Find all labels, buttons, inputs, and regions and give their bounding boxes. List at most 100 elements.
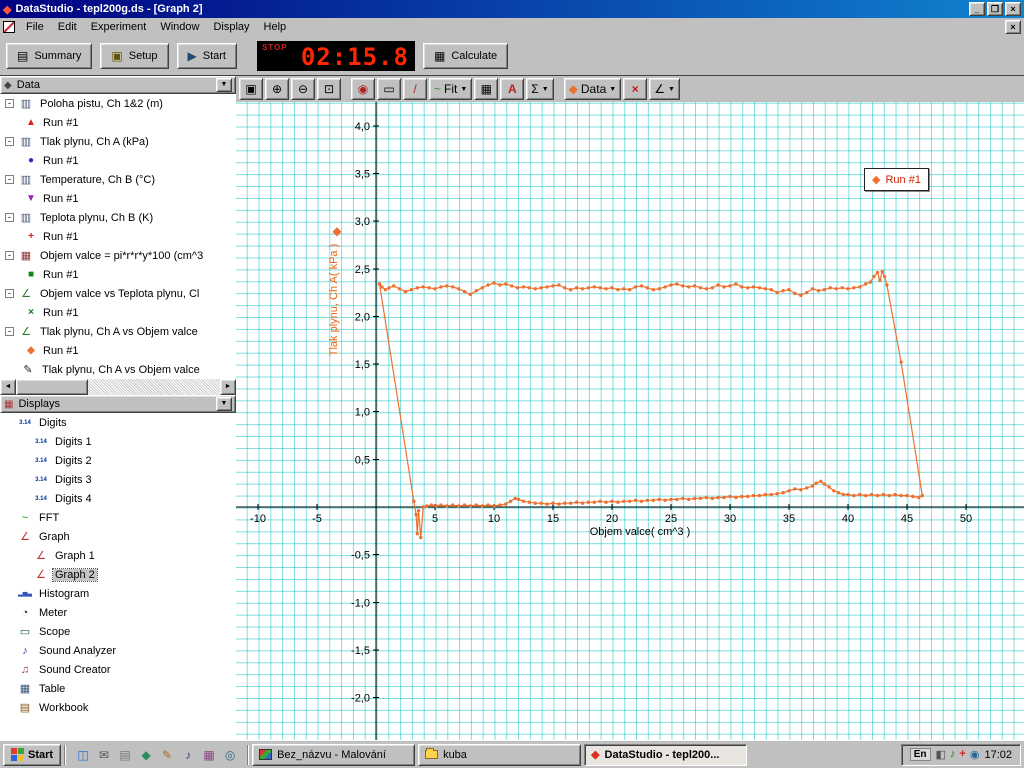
close-child-button[interactable]: × — [1005, 20, 1021, 34]
data-source-row[interactable]: - ▥ Tlak plynu, Ch A (kPa) — [0, 132, 236, 151]
quicklaunch-icon-1[interactable]: ◫ — [74, 746, 92, 764]
scroll-left-button[interactable]: ◄ — [0, 379, 16, 395]
data-run-row[interactable]: ◆ Run #1 — [0, 341, 236, 360]
display-item-graph-2[interactable]: ∠ Graph 2 — [0, 565, 236, 584]
document-icon[interactable] — [3, 21, 15, 33]
menu-file[interactable]: File — [19, 20, 51, 34]
data-panel-header: ◆ Data ▼ — [0, 76, 236, 94]
data-source-row[interactable]: ✎ Tlak plynu, Ch A vs Objem valce — [0, 360, 236, 379]
minimize-button[interactable]: _ — [969, 2, 985, 16]
data-source-row[interactable]: - ▥ Poloha pistu, Ch 1&2 (m) — [0, 94, 236, 113]
display-item-workbook[interactable]: ▤ Workbook — [0, 698, 236, 717]
zoom-select-button[interactable]: ⊡ — [317, 78, 341, 100]
quicklaunch-icon-2[interactable]: ✉ — [95, 746, 113, 764]
expand-toggle[interactable]: - — [5, 137, 14, 146]
scrollbar-thumb[interactable] — [16, 379, 88, 395]
data-run-row[interactable]: ▼ Run #1 — [0, 189, 236, 208]
display-item-graph-1[interactable]: ∠ Graph 1 — [0, 546, 236, 565]
scale-to-fit-button[interactable]: ▣ — [239, 78, 263, 100]
window-title: DataStudio - tepl200g.ds - [Graph 2] — [15, 3, 203, 15]
data-panel-icon: ◆ — [4, 79, 12, 91]
plot-area[interactable]: -10 -5 5 10 15 20 25 30 35 40 45 50 4,0 3,5 3,0 2,5 2,0 1… — [236, 102, 1024, 740]
data-source-row[interactable]: - ▦ Objem valce = pi*r*r*y*100 (cm^3 — [0, 246, 236, 265]
display-item-sound-creator[interactable]: ♫ Sound Creator — [0, 660, 236, 679]
data-run-row[interactable]: ■ Run #1 — [0, 265, 236, 284]
menu-help[interactable]: Help — [257, 20, 294, 34]
data-source-row[interactable]: - ∠ Tlak plynu, Ch A vs Objem valce — [0, 322, 236, 341]
display-item-scope[interactable]: ▭ Scope — [0, 622, 236, 641]
display-item-digits[interactable]: 3.14 Digits — [0, 413, 236, 432]
zoom-out-button[interactable]: ⊖ — [291, 78, 315, 100]
quicklaunch-icon-6[interactable]: ♪ — [179, 746, 197, 764]
fit-menu-button[interactable]: ~ Fit ▼ — [429, 78, 473, 100]
quicklaunch-icon-5[interactable]: ✎ — [158, 746, 176, 764]
data-source-row[interactable]: - ▥ Teplota plynu, Ch B (K) — [0, 208, 236, 227]
task-button[interactable]: Bez_názvu - Malování — [252, 743, 416, 766]
data-menu-button[interactable]: ◆ Data ▼ — [563, 78, 622, 100]
tree-item-label: Digits 2 — [55, 454, 92, 467]
quicklaunch-icon-8[interactable]: ◎ — [221, 746, 239, 764]
note-tool-button[interactable]: ▭ — [377, 78, 401, 100]
slope-tool-button[interactable]: / — [403, 78, 427, 100]
display-item-meter[interactable]: ◔ Meter — [0, 603, 236, 622]
data-source-row[interactable]: - ∠ Objem valce vs Teplota plynu, Cl — [0, 284, 236, 303]
setup-button[interactable]: ▣ Setup — [100, 42, 169, 69]
fit-icon: ~ — [434, 82, 442, 96]
summary-button[interactable]: ▤ Summary — [6, 42, 93, 69]
tray-icon-4[interactable]: ◉ — [970, 748, 980, 761]
graph-legend[interactable]: ◆ Run #1 — [864, 168, 929, 191]
language-indicator[interactable]: En — [909, 748, 931, 761]
quicklaunch-icon-4[interactable]: ◆ — [137, 746, 155, 764]
data-run-row[interactable]: × Run #1 — [0, 303, 236, 322]
display-item-table[interactable]: ▦ Table — [0, 679, 236, 698]
text-tool-button[interactable]: A — [500, 78, 525, 100]
close-button[interactable]: × — [1005, 2, 1021, 16]
data-run-row[interactable]: ▲ Run #1 — [0, 113, 236, 132]
calculate-tool-button[interactable]: ▦ — [474, 78, 499, 100]
display-item-sound-analyzer[interactable]: ♪ Sound Analyzer — [0, 641, 236, 660]
restore-button[interactable]: ❐ — [987, 2, 1003, 16]
display-item-graph[interactable]: ∠ Graph — [0, 527, 236, 546]
expand-toggle[interactable]: - — [5, 213, 14, 222]
menu-experiment[interactable]: Experiment — [84, 20, 154, 34]
graph-settings-button[interactable]: ∠ ▼ — [649, 78, 680, 100]
task-button[interactable]: ◆ DataStudio - tepl200... — [584, 743, 748, 766]
data-panel-menu-button[interactable]: ▼ — [216, 78, 232, 92]
expand-toggle[interactable]: - — [5, 99, 14, 108]
menu-edit[interactable]: Edit — [51, 20, 84, 34]
data-source-row[interactable]: - ▥ Temperature, Ch B (°C) — [0, 170, 236, 189]
start-button[interactable]: ▶ Start — [176, 42, 237, 69]
display-item-digits-4[interactable]: 3.14 Digits 4 — [0, 489, 236, 508]
run1-data-line[interactable] — [378, 269, 923, 538]
data-run-row[interactable]: + Run #1 — [0, 227, 236, 246]
statistics-menu-button[interactable]: Σ ▼ — [526, 78, 554, 100]
tray-icon-2[interactable]: ♪ — [950, 748, 956, 761]
scrollbar-track[interactable] — [88, 379, 220, 395]
display-item-digits-1[interactable]: 3.14 Digits 1 — [0, 432, 236, 451]
zoom-in-button[interactable]: ⊕ — [265, 78, 289, 100]
display-item-digits-3[interactable]: 3.14 Digits 3 — [0, 470, 236, 489]
expand-toggle[interactable]: - — [5, 289, 14, 298]
delete-button[interactable]: × — [623, 78, 648, 100]
expand-toggle[interactable]: - — [5, 251, 14, 260]
menu-window[interactable]: Window — [153, 20, 206, 34]
task-button[interactable]: kuba — [418, 743, 582, 766]
data-highlight-button[interactable]: ◉ — [351, 78, 375, 100]
display-item-histogram[interactable]: ▂▅▃ Histogram — [0, 584, 236, 603]
display-item-digits-2[interactable]: 3.14 Digits 2 — [0, 451, 236, 470]
quicklaunch-icon-3[interactable]: ▤ — [116, 746, 134, 764]
expand-toggle[interactable]: - — [5, 327, 14, 336]
graph-canvas[interactable]: -10 -5 5 10 15 20 25 30 35 40 45 50 4,0 3,5 3,0 2,5 2,0 1… — [236, 102, 1024, 740]
start-menu-button[interactable]: Start — [3, 743, 62, 766]
display-item-fft[interactable]: ~ FFT — [0, 508, 236, 527]
quicklaunch-icon-7[interactable]: ▦ — [200, 746, 218, 764]
expand-toggle[interactable]: - — [5, 175, 14, 184]
data-run-row[interactable]: ● Run #1 — [0, 151, 236, 170]
displays-panel-menu-button[interactable]: ▼ — [216, 397, 232, 411]
svg-text:-5: -5 — [312, 513, 322, 525]
scroll-right-button[interactable]: ► — [220, 379, 236, 395]
tray-icon-1[interactable]: ◧ — [936, 748, 946, 761]
tray-icon-3[interactable]: + — [959, 748, 965, 761]
calculate-button[interactable]: ▦ Calculate — [422, 42, 509, 69]
menu-display[interactable]: Display — [206, 20, 256, 34]
